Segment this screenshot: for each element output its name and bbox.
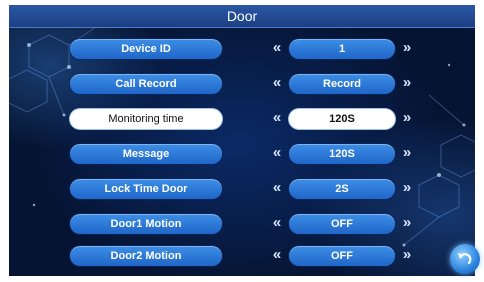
double-chevron-left-icon[interactable]: « xyxy=(268,179,286,199)
double-chevron-left-icon[interactable]: « xyxy=(268,144,286,164)
double-chevron-left-icon[interactable]: « xyxy=(268,214,286,234)
double-chevron-right-icon[interactable]: » xyxy=(398,214,416,234)
double-chevron-right-icon[interactable]: » xyxy=(398,246,416,266)
double-chevron-left-icon[interactable]: « xyxy=(268,246,286,266)
double-chevron-right-icon[interactable]: » xyxy=(398,179,416,199)
double-chevron-left-icon[interactable]: « xyxy=(268,109,286,129)
value-door1-motion[interactable]: OFF xyxy=(289,214,395,234)
double-chevron-left-icon[interactable]: « xyxy=(268,39,286,59)
value-monitoring-time[interactable]: 120S xyxy=(289,109,395,129)
double-chevron-right-icon[interactable]: » xyxy=(398,39,416,59)
label-lock-time-door[interactable]: Lock Time Door xyxy=(70,179,222,199)
value-door2-motion[interactable]: OFF xyxy=(289,246,395,266)
label-call-record[interactable]: Call Record xyxy=(70,74,222,94)
label-device-id[interactable]: Device ID xyxy=(70,39,222,59)
double-chevron-right-icon[interactable]: » xyxy=(398,74,416,94)
value-message[interactable]: 120S xyxy=(289,144,395,164)
label-message[interactable]: Message xyxy=(70,144,222,164)
label-door1-motion[interactable]: Door1 Motion xyxy=(70,214,222,234)
value-call-record[interactable]: Record xyxy=(289,74,395,94)
door-settings-screen: Door Device ID « 1 » Call Record « Recor… xyxy=(9,5,475,276)
label-monitoring-time[interactable]: Monitoring time xyxy=(70,109,222,129)
back-button[interactable] xyxy=(450,244,480,274)
double-chevron-right-icon[interactable]: » xyxy=(398,109,416,129)
label-door2-motion[interactable]: Door2 Motion xyxy=(70,246,222,266)
double-chevron-right-icon[interactable]: » xyxy=(398,144,416,164)
double-chevron-left-icon[interactable]: « xyxy=(268,74,286,94)
value-lock-time-door[interactable]: 2S xyxy=(289,179,395,199)
value-device-id[interactable]: 1 xyxy=(289,39,395,59)
back-arrow-icon xyxy=(458,253,472,265)
page-title: Door xyxy=(9,5,475,28)
